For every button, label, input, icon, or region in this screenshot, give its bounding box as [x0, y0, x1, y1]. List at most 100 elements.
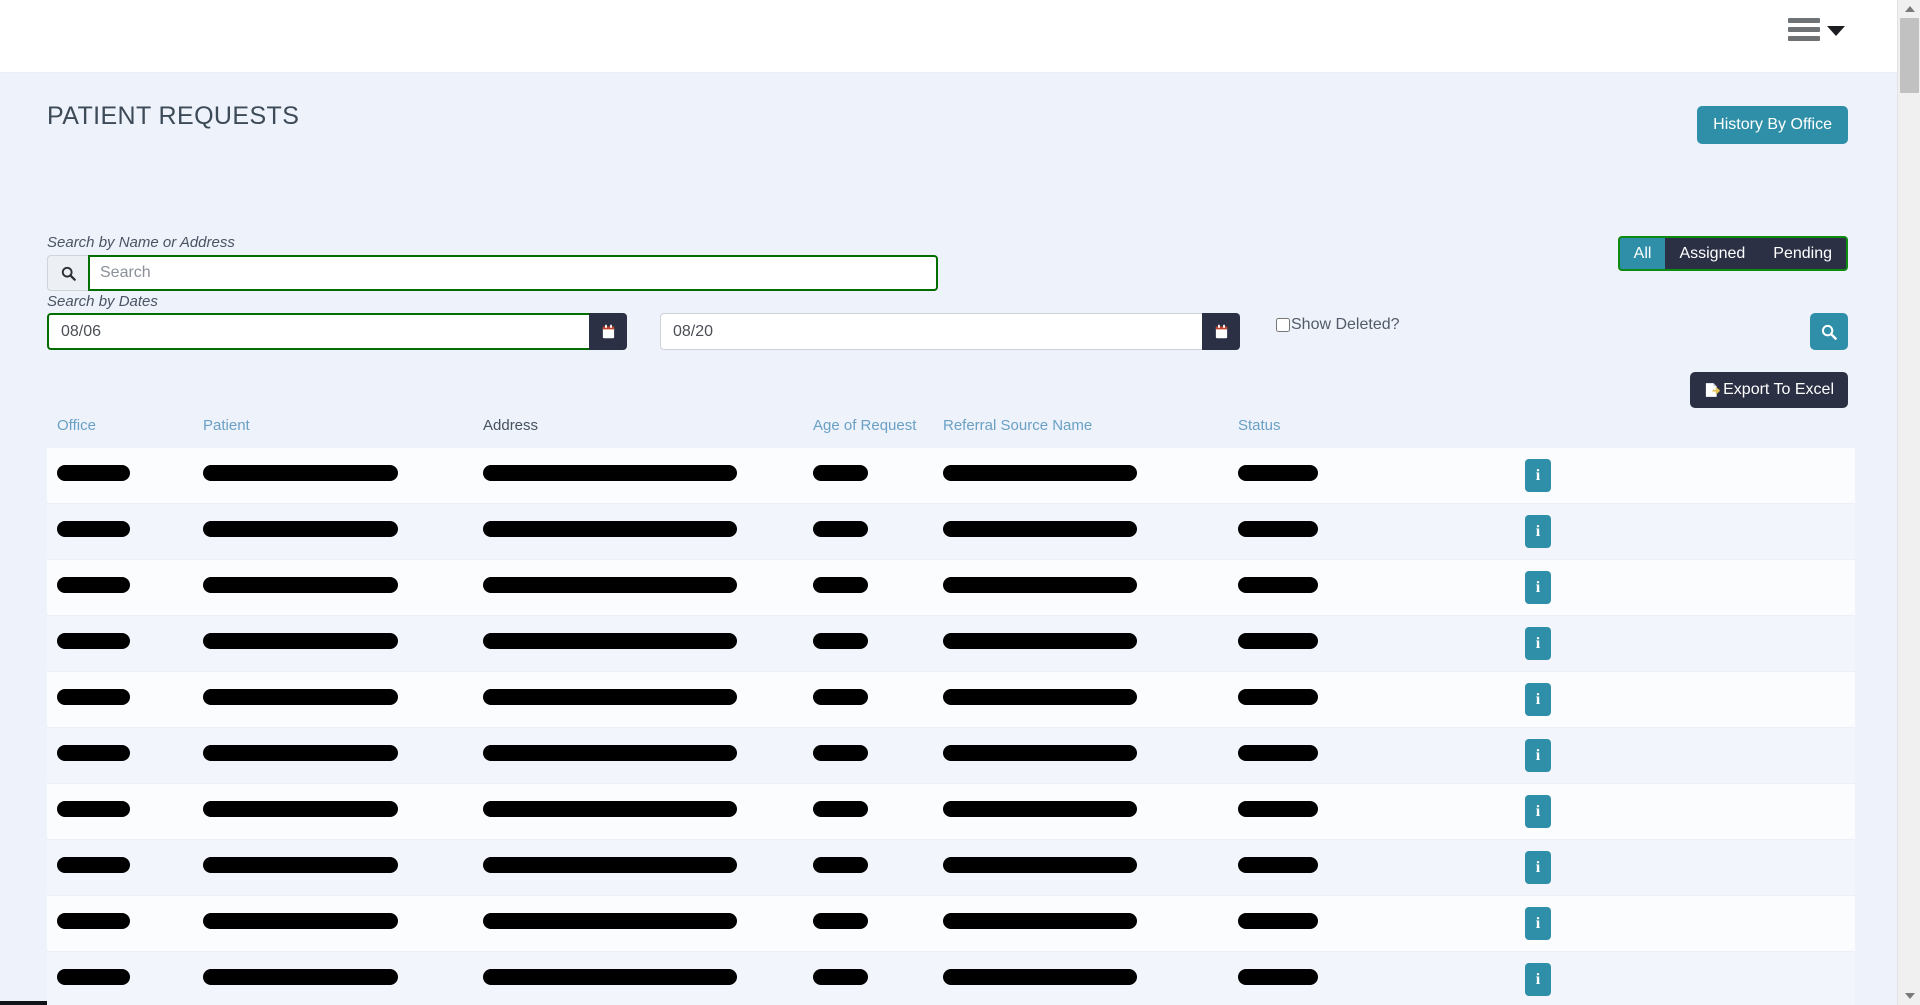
- row-info-button[interactable]: i: [1525, 515, 1551, 548]
- row-info-button[interactable]: i: [1525, 627, 1551, 660]
- table-body: iiiiiiiiiii: [47, 448, 1855, 1005]
- cell-address: [473, 745, 803, 766]
- search-dates-label: Search by Dates: [47, 293, 158, 310]
- table-row[interactable]: i: [47, 504, 1855, 560]
- filter-assigned-button[interactable]: Assigned: [1665, 238, 1759, 269]
- row-info-button[interactable]: i: [1525, 963, 1551, 996]
- cell-age-of-request: [803, 465, 933, 486]
- status-filter-group[interactable]: All Assigned Pending: [1617, 236, 1848, 271]
- cell-office: [47, 577, 193, 598]
- page-scrollbar[interactable]: [1897, 0, 1920, 1005]
- cell-age-of-request: [803, 577, 933, 598]
- redacted-value: [943, 521, 1137, 537]
- cell-status: [1228, 913, 1468, 934]
- redacted-value: [943, 801, 1137, 817]
- cell-office: [47, 913, 193, 934]
- redacted-value: [483, 577, 737, 593]
- row-info-button[interactable]: i: [1525, 795, 1551, 828]
- cell-age-of-request: [803, 521, 933, 542]
- redacted-value: [57, 857, 130, 873]
- cell-office: [47, 521, 193, 542]
- redacted-value: [57, 633, 130, 649]
- column-header-status[interactable]: Status: [1228, 415, 1468, 434]
- table-row[interactable]: i: [47, 728, 1855, 784]
- redacted-value: [1238, 913, 1318, 929]
- cell-age-of-request: [803, 745, 933, 766]
- table-row[interactable]: i: [47, 784, 1855, 840]
- column-header-actions: [1468, 415, 1668, 417]
- scrollbar-thumb[interactable]: [1900, 18, 1919, 93]
- column-header-referral-source-name[interactable]: Referral Source Name: [933, 415, 1228, 434]
- table-row[interactable]: i: [47, 560, 1855, 616]
- table-row[interactable]: i: [47, 840, 1855, 896]
- column-header-age-of-request[interactable]: Age of Request: [803, 415, 933, 434]
- filter-all-button[interactable]: All: [1619, 238, 1666, 269]
- redacted-value: [1238, 465, 1318, 481]
- export-to-excel-button[interactable]: Export To Excel: [1690, 372, 1848, 408]
- redacted-value: [943, 969, 1137, 985]
- cell-patient: [193, 745, 473, 766]
- row-info-button[interactable]: i: [1525, 683, 1551, 716]
- cell-status: [1228, 745, 1468, 766]
- table-row[interactable]: i: [47, 672, 1855, 728]
- redacted-value: [813, 577, 868, 593]
- cell-actions: i: [1468, 963, 1668, 996]
- date-to-input[interactable]: [660, 313, 1202, 350]
- cell-age-of-request: [803, 969, 933, 990]
- row-info-button[interactable]: i: [1525, 459, 1551, 492]
- redacted-value: [57, 521, 130, 537]
- calendar-icon-to[interactable]: [1202, 313, 1240, 350]
- redacted-value: [203, 857, 398, 873]
- cell-office: [47, 689, 193, 710]
- show-deleted-checkbox[interactable]: [1276, 318, 1290, 332]
- search-input[interactable]: [88, 255, 938, 291]
- cell-address: [473, 633, 803, 654]
- search-submit-button[interactable]: [1810, 313, 1848, 350]
- cell-referral-source-name: [933, 745, 1228, 766]
- column-header-address[interactable]: Address: [473, 415, 803, 434]
- row-info-button[interactable]: i: [1525, 851, 1551, 884]
- hamburger-menu-icon[interactable]: [1788, 17, 1820, 42]
- cell-actions: i: [1468, 739, 1668, 772]
- column-header-patient[interactable]: Patient: [193, 415, 473, 434]
- show-deleted-label: Show Deleted?: [1291, 316, 1400, 333]
- redacted-value: [483, 801, 737, 817]
- cell-patient: [193, 969, 473, 990]
- search-name-label: Search by Name or Address: [47, 234, 235, 251]
- column-header-office[interactable]: Office: [47, 415, 193, 434]
- cell-age-of-request: [803, 801, 933, 822]
- cell-referral-source-name: [933, 633, 1228, 654]
- show-deleted-toggle[interactable]: Show Deleted?: [1276, 316, 1400, 334]
- chevron-down-icon[interactable]: [1827, 26, 1845, 36]
- redacted-value: [57, 969, 130, 985]
- redacted-value: [943, 745, 1137, 761]
- redacted-value: [813, 801, 868, 817]
- main-menu-button[interactable]: [1788, 17, 1845, 42]
- calendar-icon-from[interactable]: [589, 313, 627, 350]
- redacted-value: [943, 913, 1137, 929]
- table-row[interactable]: i: [47, 896, 1855, 952]
- redacted-value: [203, 801, 398, 817]
- history-by-office-button[interactable]: History By Office: [1697, 106, 1848, 145]
- scroll-down-arrow-icon[interactable]: [1898, 987, 1920, 1005]
- table-row[interactable]: i: [47, 616, 1855, 672]
- redacted-value: [203, 465, 398, 481]
- table-row[interactable]: i: [47, 448, 1855, 504]
- cell-address: [473, 465, 803, 486]
- cell-status: [1228, 689, 1468, 710]
- date-from-input[interactable]: [47, 313, 589, 350]
- filter-pending-button[interactable]: Pending: [1759, 238, 1846, 269]
- row-info-button[interactable]: i: [1525, 739, 1551, 772]
- redacted-value: [483, 465, 737, 481]
- cell-address: [473, 689, 803, 710]
- scroll-up-arrow-icon[interactable]: [1898, 0, 1920, 18]
- cell-referral-source-name: [933, 521, 1228, 542]
- cell-status: [1228, 465, 1468, 486]
- redacted-value: [813, 969, 868, 985]
- row-info-button[interactable]: i: [1525, 571, 1551, 604]
- cell-age-of-request: [803, 857, 933, 878]
- table-row[interactable]: i: [47, 952, 1855, 1005]
- redacted-value: [57, 689, 130, 705]
- search-icon: [47, 255, 88, 291]
- row-info-button[interactable]: i: [1525, 907, 1551, 940]
